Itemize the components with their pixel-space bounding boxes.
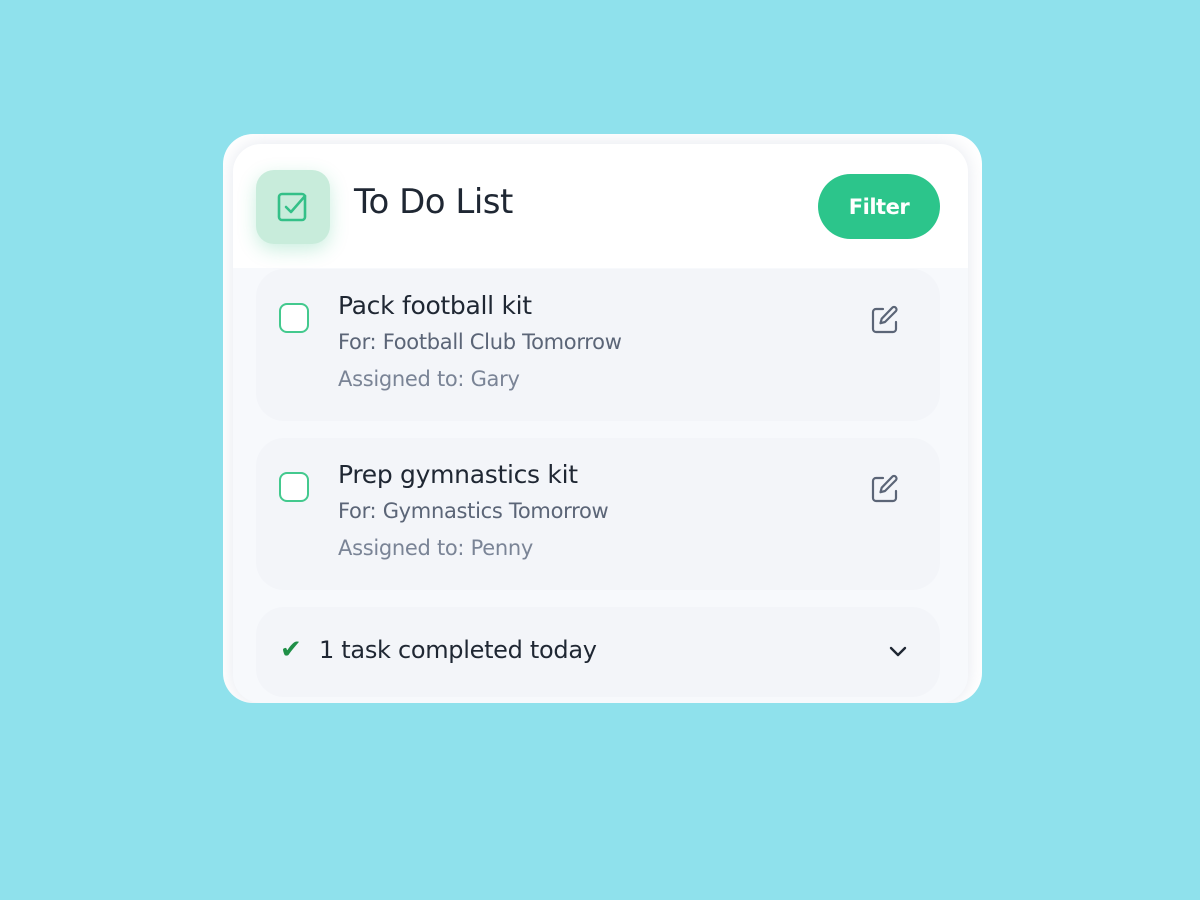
edit-icon[interactable]: [868, 472, 902, 506]
task-title: Prep gymnastics kit: [338, 460, 578, 489]
task-for: For: Football Club Tomorrow: [338, 330, 622, 354]
edit-icon[interactable]: [868, 303, 902, 337]
task-assigned: Assigned to: Gary: [338, 367, 520, 391]
task-checkbox[interactable]: [279, 472, 309, 502]
check-icon: ✔: [280, 635, 302, 665]
task-for: For: Gymnastics Tomorrow: [338, 499, 609, 523]
task-item: Pack football kit For: Football Club Tom…: [256, 269, 940, 421]
task-checkbox[interactable]: [279, 303, 309, 333]
card-header: To Do List Filter: [223, 134, 982, 274]
todo-card: To Do List Filter Pack football kit For:…: [223, 134, 982, 703]
task-item: Prep gymnastics kit For: Gymnastics Tomo…: [256, 438, 940, 590]
task-assigned: Assigned to: Penny: [338, 536, 533, 560]
page-title: To Do List: [354, 182, 513, 222]
chevron-down-icon[interactable]: [886, 639, 910, 663]
checkbox-checked-icon: [256, 170, 330, 244]
filter-button[interactable]: Filter: [818, 174, 940, 239]
task-title: Pack football kit: [338, 291, 532, 320]
completed-count-label: 1 task completed today: [319, 636, 597, 664]
completed-tasks-toggle[interactable]: ✔ 1 task completed today: [256, 607, 940, 697]
